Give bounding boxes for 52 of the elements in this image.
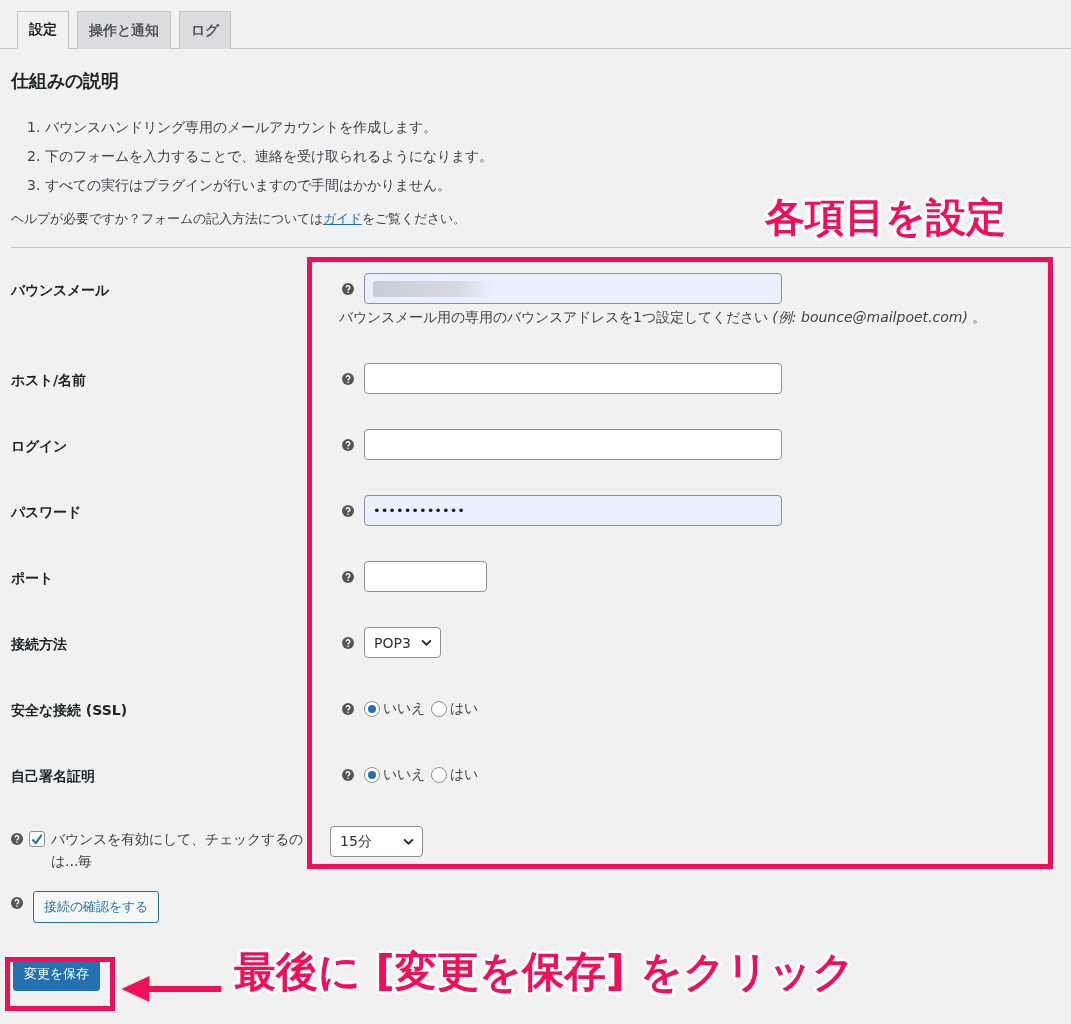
help-icon[interactable] [342, 570, 354, 583]
help-icon[interactable] [342, 636, 354, 649]
radio-button[interactable] [431, 700, 447, 717]
guide-link[interactable]: ガイド [323, 211, 362, 226]
option-label: はい [450, 699, 478, 718]
help-icon[interactable] [342, 372, 354, 385]
tab[interactable]: 操作と通知 [77, 11, 171, 49]
help-icon[interactable] [342, 768, 354, 781]
arrow-icon [121, 974, 222, 1004]
step-text: 3. すべての実行はプラグインが行いますので手間はかかりません。 [27, 176, 452, 195]
text-field[interactable] [364, 273, 782, 304]
annotation-text: 各項目を設定 [765, 193, 1006, 242]
radio-button[interactable] [364, 700, 380, 717]
annotation-text: 最後に [変更を保存] をクリック [234, 946, 855, 998]
field-label: 安全な接続 (SSL) [10, 701, 129, 720]
text-field[interactable] [364, 363, 782, 394]
text-field[interactable] [364, 561, 487, 592]
help-icon[interactable] [342, 282, 354, 295]
text-field[interactable] [364, 429, 782, 460]
tab[interactable]: ログ [179, 11, 231, 49]
chevron-icon [403, 838, 414, 845]
field-label: パスワード [9, 503, 82, 522]
option-label: いいえ [383, 699, 425, 718]
field-label: 接続方法 [10, 635, 68, 654]
checkbox[interactable] [29, 831, 45, 847]
radio-button[interactable] [431, 766, 447, 783]
tab[interactable]: 設定 [17, 11, 69, 49]
help-text: ヘルプが必要ですか？フォームの記入方法についてはガイド をご覧ください。 [11, 210, 467, 228]
connection-select[interactable]: POP3 [364, 627, 441, 658]
option-label: いいえ [383, 765, 425, 784]
field-label: ポート [10, 569, 54, 588]
field-label: 自己署名証明 [10, 767, 96, 786]
help-icon[interactable] [11, 897, 23, 909]
section-heading: 仕組みの説明 [11, 69, 120, 93]
chevron-icon [420, 639, 432, 646]
help-icon[interactable] [342, 702, 354, 715]
text-field[interactable]: •••••••••••• [364, 495, 782, 526]
step-text: 2. 下のフォームを入力することで、連絡を受け取られるようになります。 [27, 147, 494, 166]
interval-select[interactable]: 15分 [330, 826, 423, 857]
field-label: ホスト/名前 [10, 371, 88, 390]
interval-label: バウンスを有効にして、チェックするのは...毎 [51, 830, 304, 871]
step-text: 1. バウンスハンドリング専用のメールアカウントを作成します。 [27, 118, 438, 137]
help-icon[interactable] [342, 438, 354, 451]
field-label: バウンスメール [9, 281, 110, 300]
field-description: バウンスメール用の専用のバウンスアドレスを1つ設定してください (例: bounce@mailpoet.com) 。 [339, 309, 987, 327]
help-icon[interactable] [11, 833, 23, 845]
test-connection-button[interactable]: 接続の確認をする [33, 891, 159, 923]
radio-button[interactable] [364, 766, 380, 783]
password-value: •••••••••••• [373, 503, 465, 518]
help-icon[interactable] [342, 504, 354, 517]
field-label: ログイン [10, 437, 68, 456]
option-label: はい [450, 765, 478, 784]
